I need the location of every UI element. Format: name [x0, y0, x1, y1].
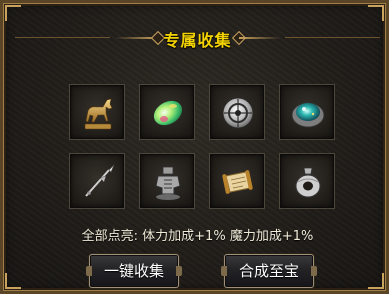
jade-orb-icon [153, 100, 183, 126]
title-ornament-line-right [239, 37, 281, 39]
panel-title: 专属收集 [163, 31, 232, 50]
collect-all-label: 一键收集 [103, 262, 164, 280]
button-cap-left [221, 266, 227, 276]
silver-disc-icon [222, 97, 254, 129]
synthesize-treasure-button[interactable]: 合成至宝 [221, 254, 317, 288]
scroll-icon [222, 170, 253, 194]
silver-pendant-icon [295, 167, 321, 198]
collection-slot-2[interactable] [139, 84, 195, 140]
collection-panel: 专属收集 全部点亮: 体力加成+1% 魔力加成+1% 一键收集 合成至宝 [0, 0, 389, 294]
collection-slot-7[interactable] [209, 153, 265, 209]
collection-slot-5[interactable] [69, 153, 125, 209]
panel-header: 专属收集 [3, 23, 389, 53]
button-cap-right [176, 266, 182, 276]
button-cap-left [86, 266, 92, 276]
collect-all-button[interactable]: 一键收集 [86, 254, 182, 288]
frame-corner-bottom-left [5, 273, 21, 289]
silver-armor-icon [155, 166, 181, 200]
frame-corner-top-left [5, 5, 21, 21]
golden-horse-icon [84, 98, 113, 130]
frame-corner-top-right [368, 5, 384, 21]
frame-corner-bottom-right [368, 273, 384, 289]
bonus-stat-stamina: 体力加成+1% [142, 229, 226, 244]
synthesize-treasure-label: 合成至宝 [238, 262, 299, 280]
silver-spear-icon [85, 164, 115, 197]
button-cap-right [311, 266, 317, 276]
collection-slot-8[interactable] [279, 153, 335, 209]
collection-slot-4[interactable] [279, 84, 335, 140]
collection-slot-3[interactable] [209, 84, 265, 140]
collection-slot-1[interactable] [69, 84, 125, 140]
collection-bonus-text: 全部点亮: 体力加成+1% 魔力加成+1% [3, 225, 389, 244]
bonus-stat-mana: 魔力加成+1% [229, 229, 314, 244]
teal-gem-plate-icon [291, 102, 325, 128]
collection-slot-6[interactable] [139, 153, 195, 209]
bonus-label: 全部点亮: [81, 229, 139, 244]
